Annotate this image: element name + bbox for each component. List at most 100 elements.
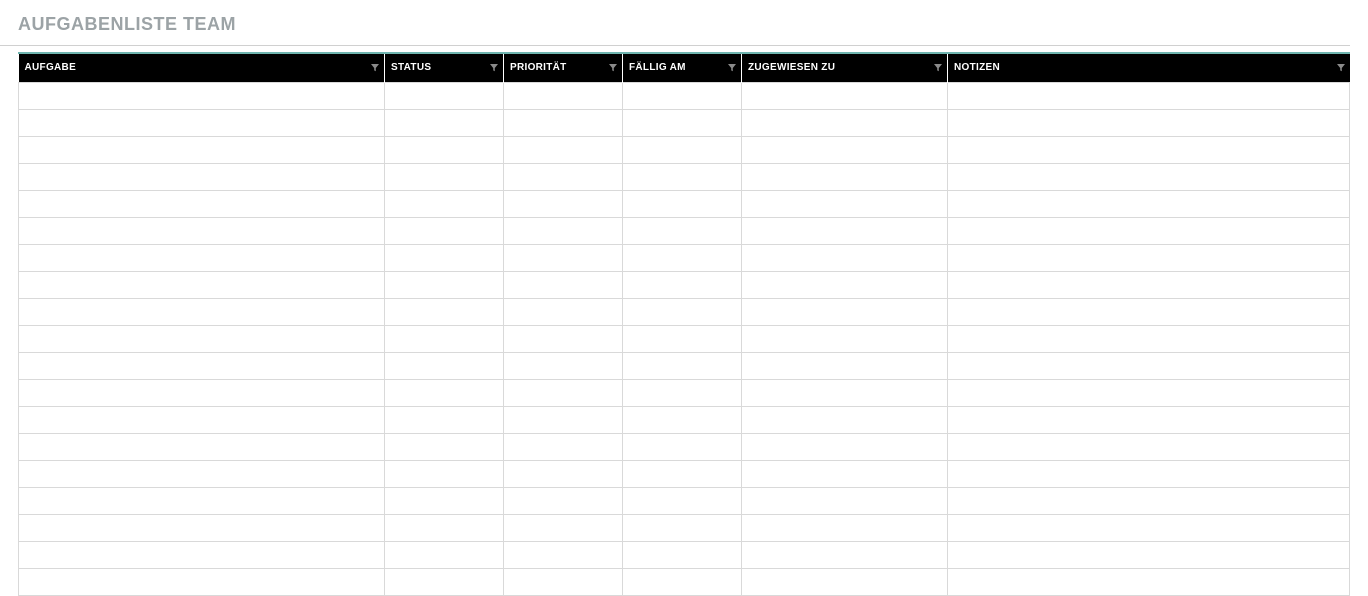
table-cell[interactable] <box>504 568 623 595</box>
table-cell[interactable] <box>623 325 742 352</box>
table-cell[interactable] <box>19 568 385 595</box>
table-cell[interactable] <box>19 271 385 298</box>
table-cell[interactable] <box>623 244 742 271</box>
table-cell[interactable] <box>742 217 948 244</box>
filter-icon[interactable] <box>1336 63 1346 73</box>
table-cell[interactable] <box>623 217 742 244</box>
table-cell[interactable] <box>742 568 948 595</box>
table-cell[interactable] <box>385 82 504 109</box>
table-cell[interactable] <box>385 433 504 460</box>
table-cell[interactable] <box>19 163 385 190</box>
table-cell[interactable] <box>385 244 504 271</box>
table-cell[interactable] <box>504 379 623 406</box>
table-cell[interactable] <box>385 352 504 379</box>
table-cell[interactable] <box>385 325 504 352</box>
table-cell[interactable] <box>19 433 385 460</box>
filter-icon[interactable] <box>933 63 943 73</box>
table-cell[interactable] <box>504 217 623 244</box>
table-cell[interactable] <box>948 568 1350 595</box>
table-cell[interactable] <box>623 298 742 325</box>
table-cell[interactable] <box>504 352 623 379</box>
table-cell[interactable] <box>623 514 742 541</box>
table-cell[interactable] <box>623 433 742 460</box>
col-header-status[interactable]: STATUS <box>385 54 504 82</box>
table-cell[interactable] <box>385 514 504 541</box>
table-cell[interactable] <box>948 406 1350 433</box>
table-cell[interactable] <box>385 217 504 244</box>
table-cell[interactable] <box>742 190 948 217</box>
table-cell[interactable] <box>948 460 1350 487</box>
table-cell[interactable] <box>742 163 948 190</box>
table-cell[interactable] <box>385 109 504 136</box>
col-header-due[interactable]: FÄLLIG AM <box>623 54 742 82</box>
table-cell[interactable] <box>385 568 504 595</box>
table-cell[interactable] <box>948 109 1350 136</box>
table-cell[interactable] <box>19 406 385 433</box>
table-cell[interactable] <box>385 136 504 163</box>
table-cell[interactable] <box>623 190 742 217</box>
table-cell[interactable] <box>504 514 623 541</box>
table-cell[interactable] <box>504 487 623 514</box>
table-cell[interactable] <box>385 541 504 568</box>
table-cell[interactable] <box>385 163 504 190</box>
table-cell[interactable] <box>385 271 504 298</box>
table-cell[interactable] <box>948 352 1350 379</box>
table-cell[interactable] <box>19 379 385 406</box>
table-cell[interactable] <box>19 109 385 136</box>
filter-icon[interactable] <box>370 63 380 73</box>
table-cell[interactable] <box>623 136 742 163</box>
table-cell[interactable] <box>19 325 385 352</box>
table-cell[interactable] <box>19 136 385 163</box>
table-cell[interactable] <box>742 271 948 298</box>
table-cell[interactable] <box>504 460 623 487</box>
col-header-notes[interactable]: NOTIZEN <box>948 54 1350 82</box>
table-cell[interactable] <box>742 541 948 568</box>
table-cell[interactable] <box>504 190 623 217</box>
table-cell[interactable] <box>948 190 1350 217</box>
table-cell[interactable] <box>19 514 385 541</box>
filter-icon[interactable] <box>727 63 737 73</box>
table-cell[interactable] <box>504 325 623 352</box>
table-cell[interactable] <box>504 82 623 109</box>
table-cell[interactable] <box>623 541 742 568</box>
table-cell[interactable] <box>623 379 742 406</box>
table-cell[interactable] <box>623 109 742 136</box>
table-cell[interactable] <box>742 514 948 541</box>
table-cell[interactable] <box>19 190 385 217</box>
table-cell[interactable] <box>623 163 742 190</box>
col-header-assigned[interactable]: ZUGEWIESEN ZU <box>742 54 948 82</box>
table-cell[interactable] <box>742 352 948 379</box>
table-cell[interactable] <box>742 298 948 325</box>
table-cell[interactable] <box>19 217 385 244</box>
table-cell[interactable] <box>19 82 385 109</box>
table-cell[interactable] <box>742 406 948 433</box>
table-cell[interactable] <box>385 487 504 514</box>
filter-icon[interactable] <box>608 63 618 73</box>
table-cell[interactable] <box>948 82 1350 109</box>
table-cell[interactable] <box>19 244 385 271</box>
table-cell[interactable] <box>504 271 623 298</box>
table-cell[interactable] <box>948 541 1350 568</box>
table-cell[interactable] <box>623 487 742 514</box>
table-cell[interactable] <box>742 379 948 406</box>
table-cell[interactable] <box>385 190 504 217</box>
table-cell[interactable] <box>385 298 504 325</box>
table-cell[interactable] <box>742 460 948 487</box>
table-cell[interactable] <box>948 163 1350 190</box>
table-cell[interactable] <box>385 460 504 487</box>
table-cell[interactable] <box>742 244 948 271</box>
filter-icon[interactable] <box>489 63 499 73</box>
table-cell[interactable] <box>504 433 623 460</box>
table-cell[interactable] <box>742 487 948 514</box>
col-header-priority[interactable]: PRIORITÄT <box>504 54 623 82</box>
table-cell[interactable] <box>623 460 742 487</box>
table-cell[interactable] <box>504 244 623 271</box>
table-cell[interactable] <box>948 298 1350 325</box>
table-cell[interactable] <box>504 109 623 136</box>
table-cell[interactable] <box>742 136 948 163</box>
table-cell[interactable] <box>385 406 504 433</box>
table-cell[interactable] <box>948 433 1350 460</box>
table-cell[interactable] <box>948 325 1350 352</box>
table-cell[interactable] <box>948 514 1350 541</box>
table-cell[interactable] <box>504 136 623 163</box>
